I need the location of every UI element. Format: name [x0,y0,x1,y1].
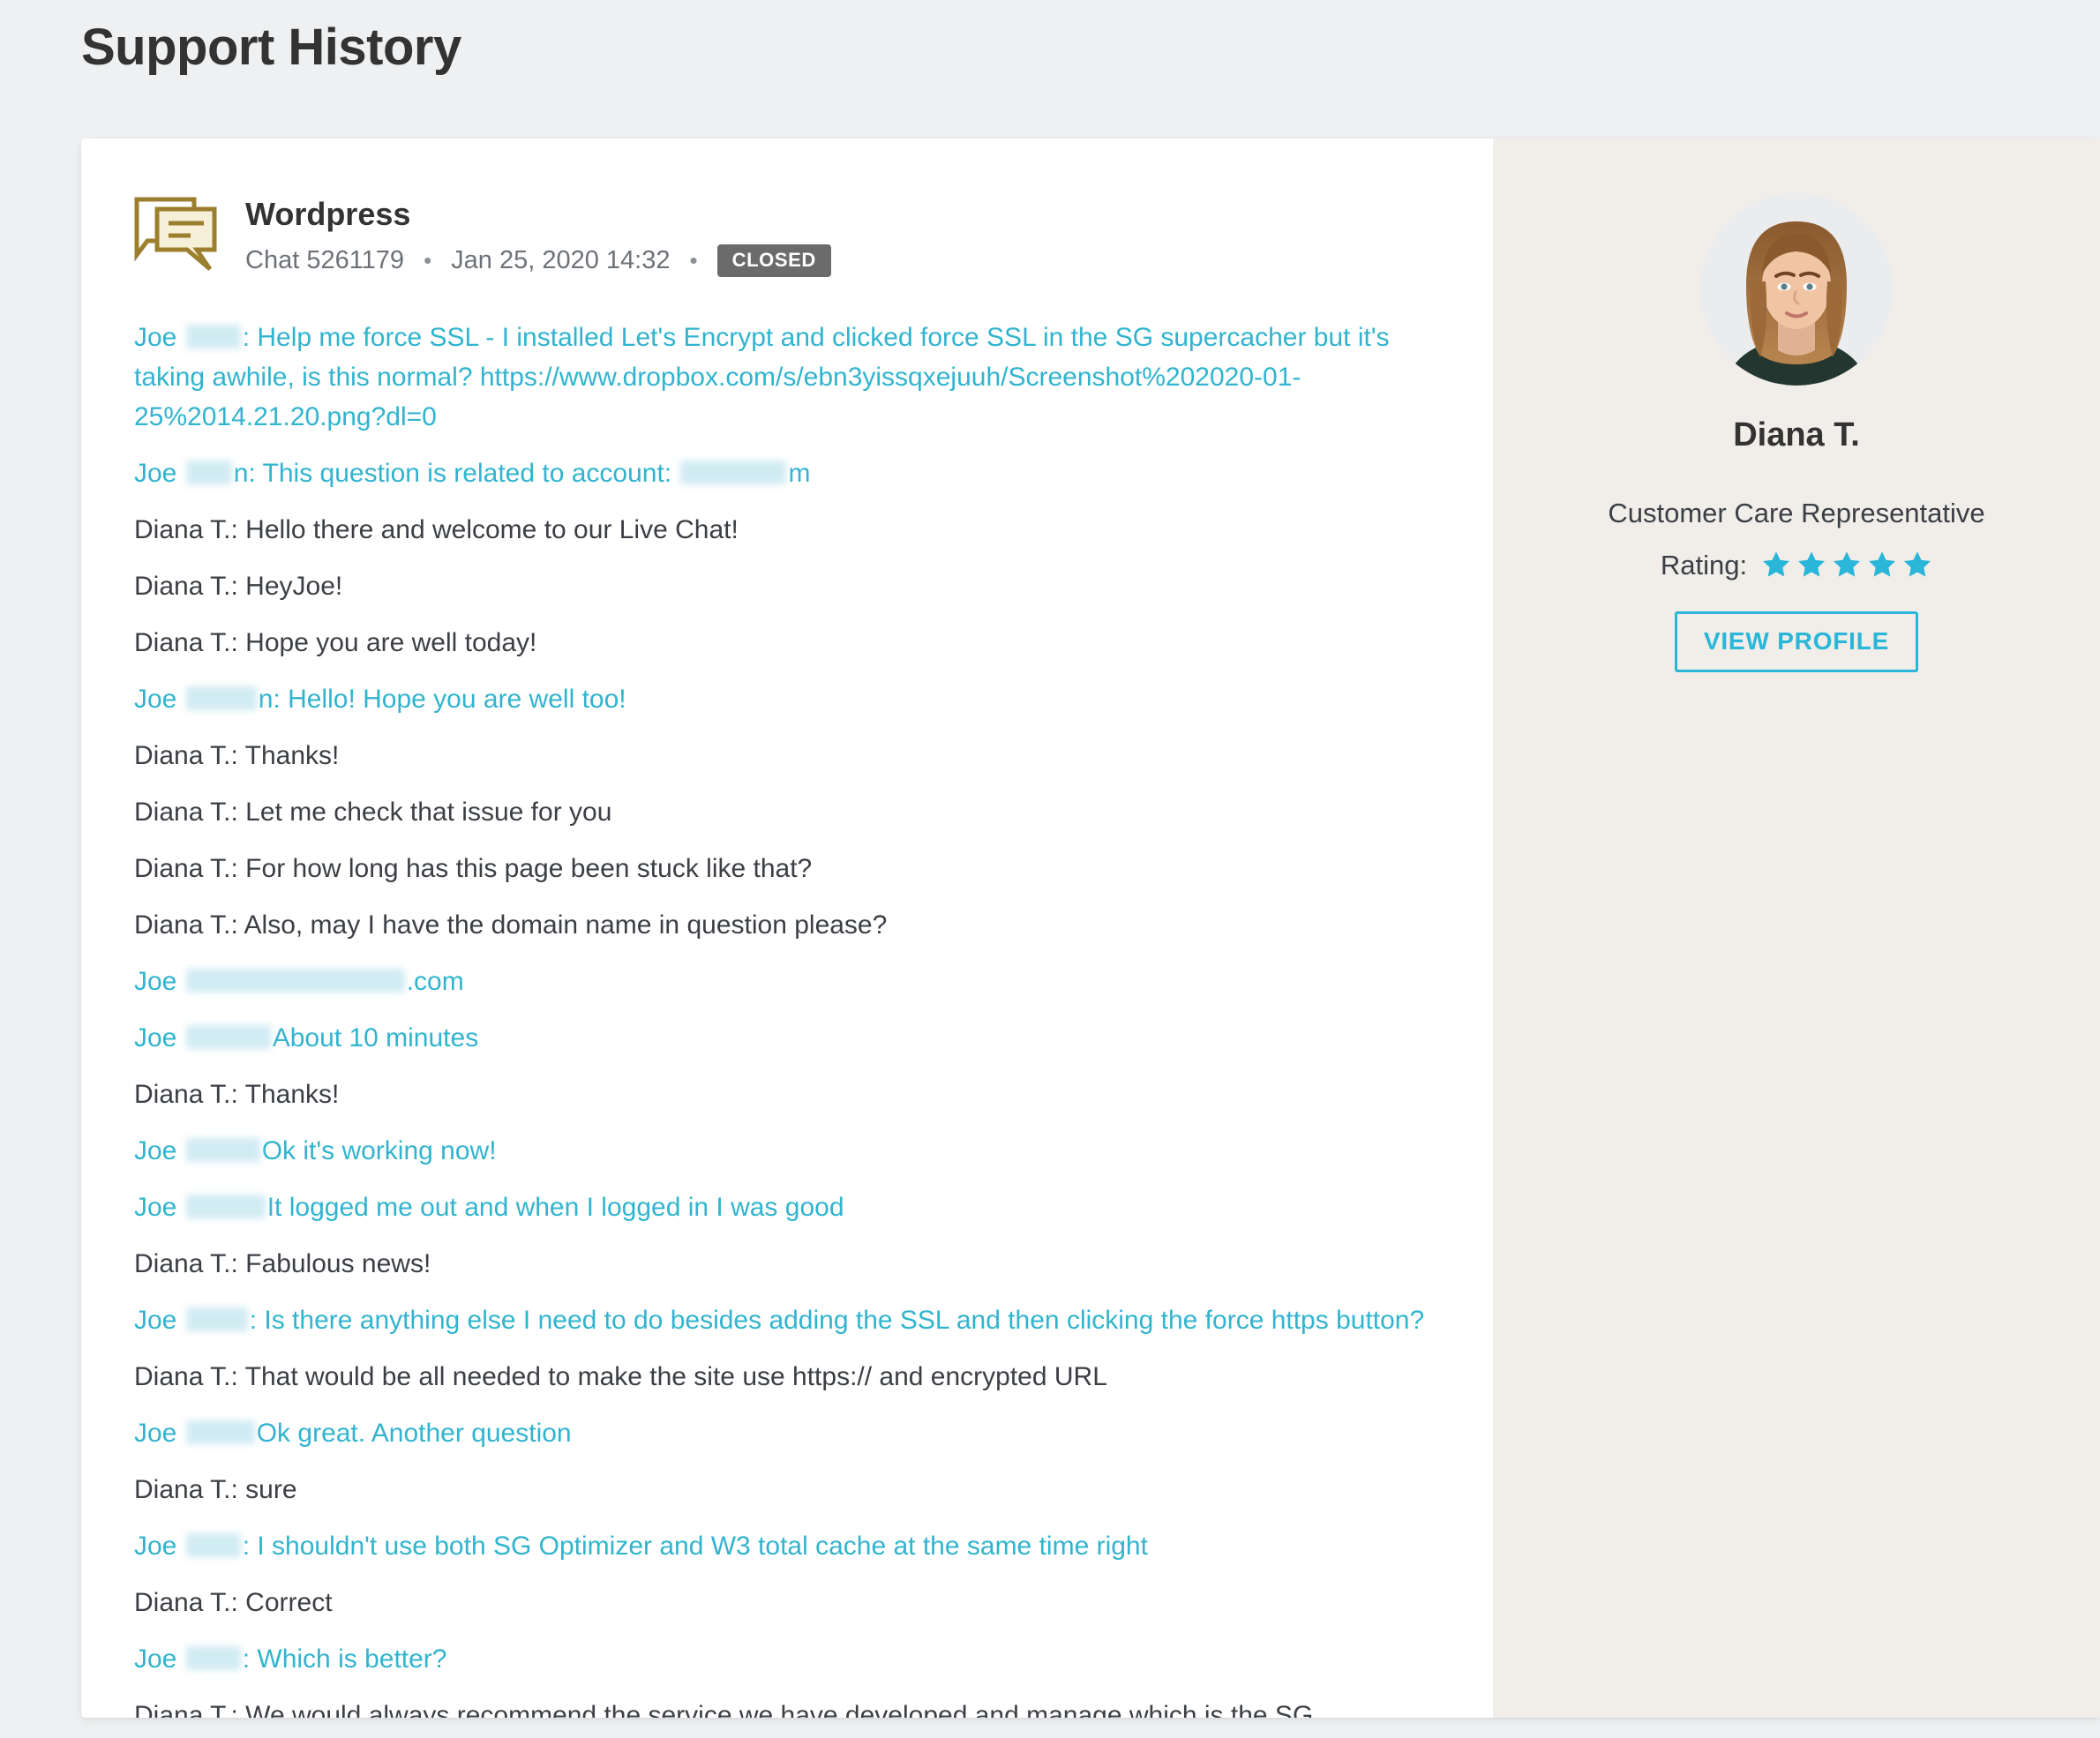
page-title: Support History [81,19,461,76]
meta-separator-1: • [424,246,432,273]
chat-header-text: Wordpress Chat 5261179 • Jan 25, 2020 14… [245,191,831,277]
rating-label: Rating: [1660,549,1748,581]
redacted-name [185,1307,248,1332]
view-profile-button[interactable]: VIEW PROFILE [1674,611,1919,672]
chat-message: Joe : Help me force SSL - I installed Le… [134,322,1390,431]
redacted-name [185,1420,255,1445]
chat-message: Joe n: Hello! Hope you are well too! [134,684,626,714]
chat-message: Diana T.: Let me check that issue for yo… [134,797,612,827]
chat-message: Diana T.: For how long has this page bee… [134,853,813,883]
agent-profile-pane: Diana T. Customer Care Representative Ra… [1493,139,2100,1718]
star-icon [1763,551,1790,577]
chat-message: Diana T.: Thanks! [134,1079,340,1109]
support-history-page: Support History Wordpress Chat 5261179 •… [0,0,2100,1738]
chat-message: Joe : Which is better? [134,1644,447,1674]
chat-message: Joe Ok great. Another question [134,1418,572,1448]
chat-message: Diana T.: Hope you are well today! [134,627,537,657]
chat-message: Diana T.: sure [134,1474,297,1504]
chat-message: Joe : Is there anything else I need to d… [134,1305,1425,1335]
redacted-name [185,461,232,485]
redacted-name [185,1138,260,1163]
agent-rating-row: Rating: [1528,549,2065,581]
chat-message: Diana T.: That would be all needed to ma… [134,1361,1107,1391]
redacted-name [185,686,257,711]
status-badge: CLOSED [716,243,831,277]
redacted-name [185,1025,271,1050]
meta-separator-2: • [689,246,698,273]
chat-message: Diana T.: Also, may I have the domain na… [134,910,888,940]
chat-message: Diana T.: We would always recommend the … [134,1700,1314,1718]
redacted-name [185,1195,266,1219]
avatar [1700,193,1893,386]
chat-message: Diana T.: Correct [134,1587,333,1617]
chat-message: Joe It logged me out and when I logged i… [134,1192,844,1222]
agent-name: Diana T. [1733,416,1860,453]
redacted-name [185,1646,241,1671]
chat-message: Joe : I shouldn't use both SG Optimizer … [134,1531,1148,1561]
redacted-name [185,1533,241,1558]
support-history-card: Wordpress Chat 5261179 • Jan 25, 2020 14… [81,139,2100,1718]
chat-meta-row: Chat 5261179 • Jan 25, 2020 14:32 • CLOS… [245,243,831,277]
chat-message: Diana T.: Thanks! [134,740,340,770]
chat-message-list: Joe : Help me force SSL - I installed Le… [132,318,1431,1718]
chat-subject-title: Wordpress [245,196,411,232]
star-icon [1834,551,1861,577]
chat-message: Joe Ok it's working now! [134,1135,497,1165]
chat-id-label: Chat 5261179 [245,245,405,274]
chat-message: Diana T.: Fabulous news! [134,1248,431,1278]
star-icon [1798,551,1826,577]
star-icon [1904,551,1931,577]
chat-message: Diana T.: HeyJoe! [134,571,343,601]
chat-date-label: Jan 25, 2020 14:32 [451,245,671,274]
rating-stars [1761,550,1932,580]
chat-message: Joe About 10 minutes [134,1023,479,1053]
star-icon [1869,551,1896,577]
redacted-account [680,461,787,485]
chat-message: Joe .com [134,966,464,996]
agent-role: Customer Care Representative [1608,497,1985,528]
redacted-name [185,325,241,349]
chat-message: Joe n: This question is related to accou… [134,458,811,488]
chat-bubbles-icon [132,195,219,276]
chat-transcript-pane: Wordpress Chat 5261179 • Jan 25, 2020 14… [81,139,1493,1718]
chat-header: Wordpress Chat 5261179 • Jan 25, 2020 14… [132,191,1431,277]
redacted-name [185,969,405,993]
chat-message: Diana T.: Hello there and welcome to our… [134,514,739,544]
